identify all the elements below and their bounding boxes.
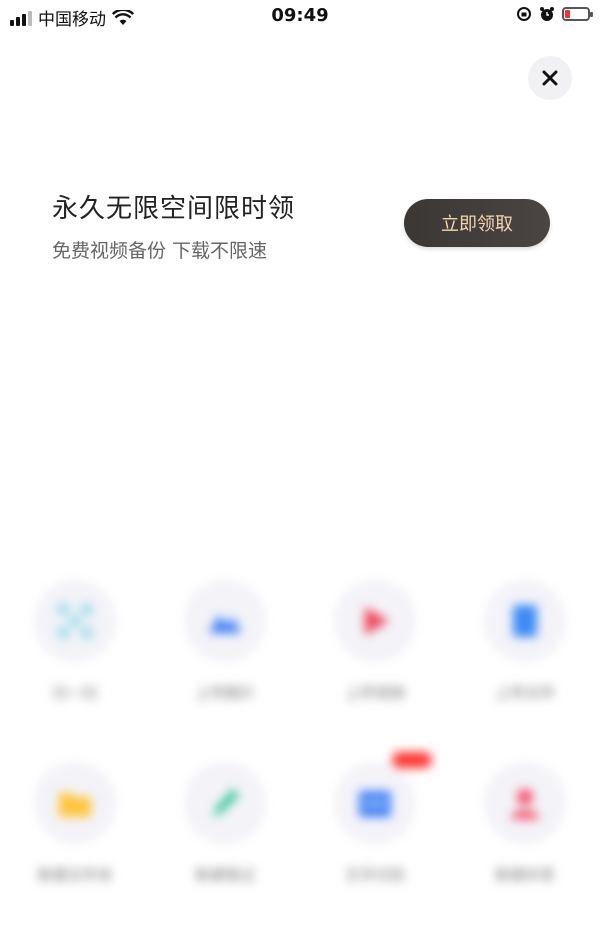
quick-action-upload-image[interactable]: 上传图片	[150, 580, 300, 730]
close-button[interactable]	[528, 56, 572, 100]
quick-action-label: 文字识别	[344, 866, 405, 884]
quick-action-new-folder[interactable]: 新建文件夹	[0, 762, 150, 912]
image-upload-icon	[209, 615, 241, 633]
quick-action-label: 新建文件夹	[37, 866, 113, 884]
new-badge	[392, 752, 432, 768]
text-recognition-icon	[359, 791, 391, 817]
file-upload-icon	[513, 605, 537, 637]
note-icon	[213, 789, 239, 817]
orientation-lock-icon	[517, 7, 531, 21]
status-right	[516, 6, 593, 22]
quick-action-label: 新建笔记	[194, 866, 255, 884]
quick-action-label: 上传图片	[194, 684, 255, 702]
quick-action-new-note[interactable]: 新建笔记	[150, 762, 300, 912]
quick-action-label: 新建共享	[494, 866, 555, 884]
quick-action-text-recognition[interactable]: 文字识别	[300, 752, 450, 912]
share-icon	[511, 789, 539, 819]
status-bar: 中国移动 09:49	[0, 0, 600, 34]
folder-icon	[59, 793, 91, 817]
quick-action-scan[interactable]: 扫一扫	[0, 580, 150, 730]
promo-subtitle: 免费视频备份 下载不限速	[52, 240, 268, 262]
quick-action-label: 上传文件	[494, 684, 555, 702]
claim-now-button[interactable]: 立即领取	[404, 199, 550, 247]
close-icon	[542, 70, 558, 86]
quick-action-label: 扫一扫	[52, 684, 98, 702]
status-time: 09:49	[271, 5, 329, 26]
quick-action-label: 上传视频	[344, 684, 405, 702]
battery-icon	[562, 7, 593, 21]
quick-action-upload-video[interactable]: 上传视频	[300, 580, 450, 730]
quick-action-new-share[interactable]: 新建共享	[450, 762, 600, 912]
alarm-icon	[540, 7, 554, 21]
promo-title: 永久无限空间限时领	[52, 194, 296, 224]
scan-icon	[58, 604, 92, 638]
video-upload-icon	[365, 607, 389, 635]
quick-action-upload-file[interactable]: 上传文件	[450, 580, 600, 730]
